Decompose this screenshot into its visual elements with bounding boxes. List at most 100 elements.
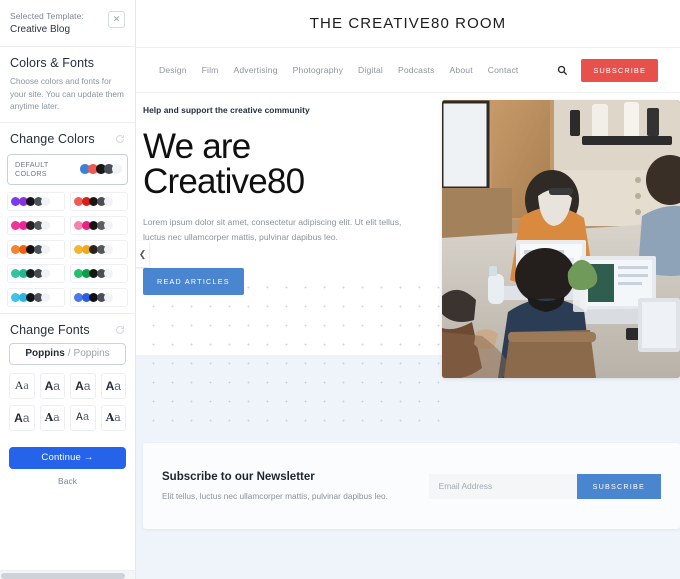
dot-pattern-decoration (144, 278, 444, 438)
color-dot (104, 244, 113, 254)
selected-template-section: Selected Template: Creative Blog ✕ (0, 0, 135, 46)
hero-heading: We are Creative80 (143, 129, 443, 199)
color-dot (112, 164, 122, 174)
site-logo-title: THE CREATIVE80 ROOM (309, 15, 507, 32)
refresh-icon[interactable] (115, 134, 125, 144)
navbar-right: SUBSCRIBE (557, 58, 658, 82)
color-dot (104, 196, 113, 206)
nav-links: Design Film Advertising Photography Digital P… (159, 65, 518, 75)
subscribe-header-button[interactable]: SUBSCRIBE (581, 58, 658, 82)
palette-option-1[interactable] (7, 191, 65, 211)
nav-link-podcasts[interactable]: Podcasts (398, 65, 435, 75)
nav-link-advertising[interactable]: Advertising (233, 65, 277, 75)
palette-swatch-dots (74, 268, 113, 278)
palette-option-4[interactable] (70, 215, 128, 235)
font-option-1[interactable]: Aa (9, 372, 35, 399)
font-tile-grid: AaAaAaAaAaAaAaAa (9, 372, 126, 431)
nav-link-contact[interactable]: Contact (488, 65, 519, 75)
change-fonts-heading: Change Fonts (10, 322, 90, 337)
hero-paragraph: Lorem ipsum dolor sit amet, consectetur … (143, 217, 402, 242)
site-navbar: Design Film Advertising Photography Digital P… (136, 47, 680, 93)
selected-template-label: Selected Template: (10, 11, 84, 21)
email-field[interactable] (428, 473, 577, 499)
font-secondary: Poppins (73, 348, 110, 359)
palette-option-2[interactable] (70, 191, 128, 211)
font-option-8[interactable]: Aa (100, 404, 126, 431)
change-fonts-header: Change Fonts (0, 314, 135, 339)
palette-swatch-dots (74, 220, 113, 230)
page-title: Colors & Fonts (10, 56, 95, 70)
newsletter-form: SUBSCRIBE (428, 473, 661, 499)
chevron-left-icon[interactable]: ❮ (136, 241, 149, 267)
palette-option-9[interactable] (7, 287, 65, 307)
hero-heading-line2: Creative80 (143, 162, 305, 201)
font-option-3[interactable]: Aa (70, 372, 96, 399)
nav-link-film[interactable]: Film (202, 65, 219, 75)
palette-option-6[interactable] (70, 239, 128, 259)
change-colors-heading: Change Colors (10, 131, 95, 146)
newsletter-subtitle: Elit tellus, luctus nec ullamcorper matt… (162, 491, 388, 501)
palette-swatch-dots (74, 244, 113, 254)
newsletter-subscribe-button[interactable]: SUBSCRIBE (576, 473, 661, 499)
palette-swatch-dots (11, 268, 50, 278)
palette-swatch-dots (11, 292, 50, 302)
back-link[interactable]: Back (9, 476, 126, 486)
font-picker: Poppins / Poppins AaAaAaAaAaAaAaAa (0, 342, 135, 439)
font-option-4[interactable]: Aa (100, 372, 126, 399)
sidebar-actions: Continue → Back (0, 439, 135, 486)
change-colors-header: Change Colors (0, 123, 135, 150)
nav-link-about[interactable]: About (450, 65, 473, 75)
hero-eyebrow: Help and support the creative community (143, 105, 310, 115)
palette-default-colors[interactable]: DEFAULT COLORS (7, 153, 128, 185)
font-primary: Poppins (25, 348, 65, 359)
search-icon[interactable] (557, 65, 568, 76)
hero-image-illustration (442, 100, 680, 378)
close-icon[interactable]: ✕ (108, 11, 125, 28)
read-articles-button[interactable]: READ ARTICLES (143, 268, 244, 295)
newsletter-section: Subscribe to our Newsletter Elit tellus,… (136, 438, 680, 579)
font-option-5[interactable]: Aa (9, 404, 35, 431)
nav-link-digital[interactable]: Digital (358, 65, 383, 75)
palette-option-3[interactable] (7, 215, 65, 235)
color-dot (104, 220, 113, 230)
sidebar-horizontal-scrollbar[interactable] (0, 570, 135, 579)
font-option-2[interactable]: Aa (39, 372, 65, 399)
color-dot (104, 292, 113, 302)
font-option-7[interactable]: Aa (70, 404, 96, 431)
color-dot (41, 244, 50, 254)
site-header: THE CREATIVE80 ROOM (136, 0, 680, 47)
section-description: Choose colors and fonts for your site. Y… (10, 76, 124, 111)
palette-swatch-dots (11, 220, 50, 230)
hero-section: Help and support the creative community … (136, 93, 680, 438)
hero-image (442, 100, 680, 378)
selected-template-name: Creative Blog (10, 24, 71, 35)
default-swatch-dots (80, 164, 122, 174)
newsletter-copy: Subscribe to our Newsletter Elit tellus,… (162, 471, 388, 501)
color-dot (41, 292, 50, 302)
selected-font-pair[interactable]: Poppins / Poppins (9, 342, 126, 365)
hero-copy: Help and support the creative community … (143, 105, 443, 295)
continue-button[interactable]: Continue → (9, 446, 126, 469)
nav-link-photography[interactable]: Photography (293, 65, 343, 75)
palette-option-10[interactable] (70, 287, 128, 307)
newsletter-bg-strip (143, 534, 680, 579)
color-dot (41, 196, 50, 206)
palette-option-7[interactable] (7, 263, 65, 283)
refresh-icon[interactable] (115, 325, 125, 335)
newsletter-card: Subscribe to our Newsletter Elit tellus,… (143, 443, 680, 529)
font-separator: / (67, 348, 71, 359)
font-option-6[interactable]: Aa (39, 404, 65, 431)
color-dot (41, 220, 50, 230)
palette-swatch-dots (74, 292, 113, 302)
color-dot (41, 268, 50, 278)
customizer-sidebar: Selected Template: Creative Blog ✕ Color… (0, 0, 136, 579)
palette-option-8[interactable] (70, 263, 128, 283)
site-preview: THE CREATIVE80 ROOM Design Film Advertisin… (136, 0, 680, 579)
nav-link-design[interactable]: Design (159, 65, 187, 75)
scrollbar-thumb[interactable] (1, 573, 125, 579)
palette-option-5[interactable] (7, 239, 65, 259)
colors-fonts-intro: Colors & Fonts Choose colors and fonts f… (0, 47, 135, 122)
newsletter-title: Subscribe to our Newsletter (162, 471, 315, 483)
hero-heading-line1: We are (143, 127, 251, 166)
default-colors-line1: DEFAULT (15, 159, 49, 169)
